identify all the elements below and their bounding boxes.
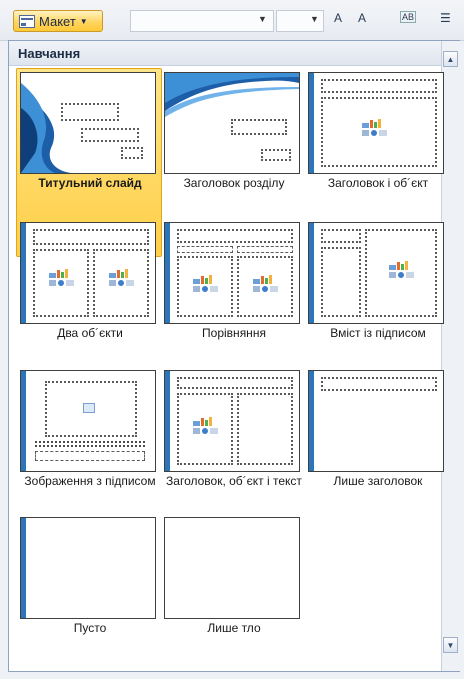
layout-thumbnail <box>20 222 156 324</box>
layout-label: Зображення з підписом <box>24 474 156 488</box>
layout-icon <box>19 14 35 28</box>
chevron-down-icon: ▼ <box>79 16 88 26</box>
chevron-down-icon[interactable]: ▼ <box>310 14 319 24</box>
layout-thumbnail <box>20 517 156 619</box>
layout-label: Заголовок і об´єкт <box>327 176 429 190</box>
layout-label: Заголовок розділу <box>183 176 285 190</box>
layout-thumbnail <box>164 72 300 174</box>
layout-label: Титульний слайд <box>38 176 142 190</box>
layout-thumbnail <box>164 370 300 472</box>
section-title: Навчання <box>18 46 81 61</box>
decrease-font-button[interactable]: A <box>358 11 366 25</box>
content-icons <box>389 261 414 278</box>
chevron-down-icon[interactable]: ▼ <box>258 14 267 24</box>
layout-label: Порівняння <box>202 326 266 340</box>
font-name-select[interactable] <box>130 10 274 32</box>
picture-icon <box>83 403 95 413</box>
layout-label: Лише заголовок <box>333 474 423 488</box>
layout-label: Вміст із підписом <box>330 326 426 340</box>
layout-label: Заголовок, об´єкт і текст <box>166 474 302 488</box>
layout-thumbnail <box>164 222 300 324</box>
layout-gallery: Навчання ▲ ▼ Титульний слайд Заголовок р… <box>8 40 460 672</box>
layout-thumbnail <box>308 72 444 174</box>
layout-thumbnail <box>164 517 300 619</box>
increase-font-button[interactable]: A <box>334 11 342 25</box>
layout-button-label: Макет <box>39 13 76 29</box>
scroll-down-button[interactable]: ▼ <box>443 637 458 653</box>
gallery-section-header: Навчання <box>9 41 441 66</box>
ribbon-toolbar: Макет ▼ ▼ ▼ A A AB ☰ <box>0 0 464 41</box>
layout-dropdown-button[interactable]: Макет ▼ <box>13 10 103 32</box>
layout-label: Пусто <box>73 621 107 635</box>
layout-thumbnail <box>308 222 444 324</box>
layout-label: Два об´єкти <box>57 326 123 340</box>
content-icons <box>49 269 74 286</box>
scroll-up-button[interactable]: ▲ <box>443 51 458 67</box>
content-icons <box>193 417 218 434</box>
content-icons <box>193 275 218 292</box>
content-icons <box>109 269 134 286</box>
content-icons <box>253 275 278 292</box>
content-icons <box>362 119 387 136</box>
abc-format-button[interactable]: AB <box>400 11 417 23</box>
layout-thumbnail <box>20 72 156 174</box>
layout-thumbnail <box>20 370 156 472</box>
layout-thumbnail <box>308 370 444 472</box>
list-icon[interactable]: ☰ <box>440 11 451 25</box>
layout-label: Лише тло <box>207 621 261 635</box>
